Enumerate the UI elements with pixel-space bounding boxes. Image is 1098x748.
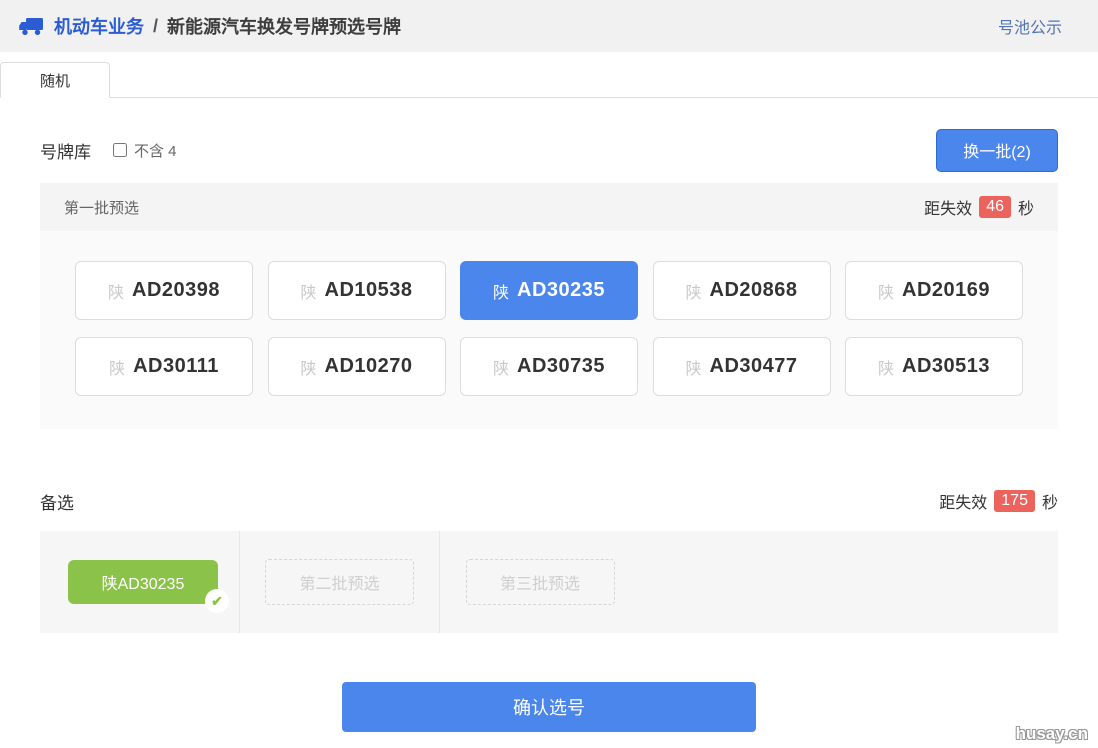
- plate-pool-header-row: 号牌库 不含 4 换一批(2): [40, 128, 1058, 172]
- page-title: 新能源汽车换发号牌预选号牌: [167, 13, 401, 39]
- selected-plate-label: 陕AD30235: [102, 576, 185, 593]
- breadcrumb: 机动车业务 / 新能源汽车换发号牌预选号牌: [18, 13, 401, 39]
- plate-number: AD30235: [517, 279, 605, 302]
- exclude-4-label: 不含 4: [134, 140, 177, 161]
- first-batch-panel: 第一批预选 距失效 46 秒 陕 AD20398 陕 AD10538 陕: [40, 183, 1058, 429]
- tab-bar: 随机: [0, 62, 1098, 98]
- plate-number: AD10538: [325, 279, 413, 302]
- first-batch-countdown: 距失效 46 秒: [924, 195, 1034, 219]
- plate-number: AD30513: [902, 355, 990, 378]
- backup-title: 备选: [40, 489, 74, 514]
- plate-option[interactable]: 陕 AD20398: [75, 261, 253, 320]
- header: 机动车业务 / 新能源汽车换发号牌预选号牌 号池公示: [0, 0, 1098, 52]
- countdown-suffix: 秒: [1042, 489, 1058, 513]
- plate-province: 陕: [300, 279, 316, 303]
- pool-publicity-link[interactable]: 号池公示: [998, 14, 1062, 38]
- plate-number: AD30477: [710, 355, 798, 378]
- change-batch-button[interactable]: 换一批(2): [936, 129, 1058, 172]
- plate-number: AD20868: [710, 279, 798, 302]
- backup-slot-1: 陕AD30235 ✔: [40, 531, 240, 633]
- exclude-4-checkbox[interactable]: 不含 4: [113, 140, 177, 161]
- first-batch-label: 第一批预选: [64, 197, 139, 218]
- plate-number: AD10270: [325, 355, 413, 378]
- plate-option[interactable]: 陕 AD20169: [845, 261, 1023, 320]
- plate-option[interactable]: 陕 AD10270: [268, 337, 446, 396]
- plate-grid: 陕 AD20398 陕 AD10538 陕 AD30235 陕 AD20868 …: [40, 231, 1058, 429]
- backup-countdown: 距失效 175 秒: [939, 489, 1058, 513]
- plate-option[interactable]: 陕 AD30513: [845, 337, 1023, 396]
- plate-option[interactable]: 陕 AD30111: [75, 337, 253, 396]
- selected-plate-button[interactable]: 陕AD30235 ✔: [68, 560, 218, 604]
- backup-slot-2: 第二批预选: [240, 531, 440, 633]
- main-content: 号牌库 不含 4 换一批(2) 第一批预选 距失效 46 秒 陕: [0, 128, 1098, 732]
- truck-icon: [18, 16, 45, 37]
- backup-header-row: 备选 距失效 175 秒: [40, 481, 1058, 521]
- watermark: husay.cn: [1016, 724, 1088, 744]
- confirm-selection-button[interactable]: 确认选号: [342, 682, 756, 732]
- countdown-suffix: 秒: [1018, 195, 1034, 219]
- countdown-prefix: 距失效: [939, 489, 987, 513]
- plate-option[interactable]: 陕 AD20868: [653, 261, 831, 320]
- countdown-badge: 175: [994, 490, 1035, 512]
- plate-number: AD20398: [132, 279, 220, 302]
- plate-province: 陕: [108, 279, 124, 303]
- countdown-prefix: 距失效: [924, 195, 972, 219]
- plate-province: 陕: [878, 279, 894, 303]
- page: 机动车业务 / 新能源汽车换发号牌预选号牌 号池公示 随机 号牌库 不含 4 换…: [0, 0, 1098, 748]
- plate-province: 陕: [493, 355, 509, 379]
- plate-option[interactable]: 陕 AD30235: [460, 261, 638, 320]
- check-icon: ✔: [205, 589, 229, 613]
- plate-option[interactable]: 陕 AD10538: [268, 261, 446, 320]
- plate-province: 陕: [878, 355, 894, 379]
- third-batch-placeholder[interactable]: 第三批预选: [466, 559, 615, 605]
- plate-province: 陕: [493, 279, 509, 303]
- plate-pool-title: 号牌库: [40, 138, 91, 163]
- first-batch-bar: 第一批预选 距失效 46 秒: [40, 183, 1058, 231]
- tab-random[interactable]: 随机: [0, 62, 110, 98]
- backup-bar: 陕AD30235 ✔ 第二批预选 第三批预选: [40, 531, 1058, 633]
- plate-option[interactable]: 陕 AD30735: [460, 337, 638, 396]
- plate-province: 陕: [109, 355, 125, 379]
- second-batch-placeholder[interactable]: 第二批预选: [265, 559, 414, 605]
- app-title: 机动车业务: [54, 13, 144, 39]
- breadcrumb-separator: /: [153, 16, 158, 37]
- plate-province: 陕: [685, 279, 701, 303]
- exclude-4-checkbox-input[interactable]: [113, 143, 127, 157]
- plate-option[interactable]: 陕 AD30477: [653, 337, 831, 396]
- plate-province: 陕: [685, 355, 701, 379]
- plate-number: AD20169: [902, 279, 990, 302]
- plate-province: 陕: [300, 355, 316, 379]
- plate-number: AD30111: [133, 355, 219, 378]
- countdown-badge: 46: [979, 196, 1011, 218]
- backup-slot-3: 第三批预选: [440, 531, 640, 633]
- plate-number: AD30735: [517, 355, 605, 378]
